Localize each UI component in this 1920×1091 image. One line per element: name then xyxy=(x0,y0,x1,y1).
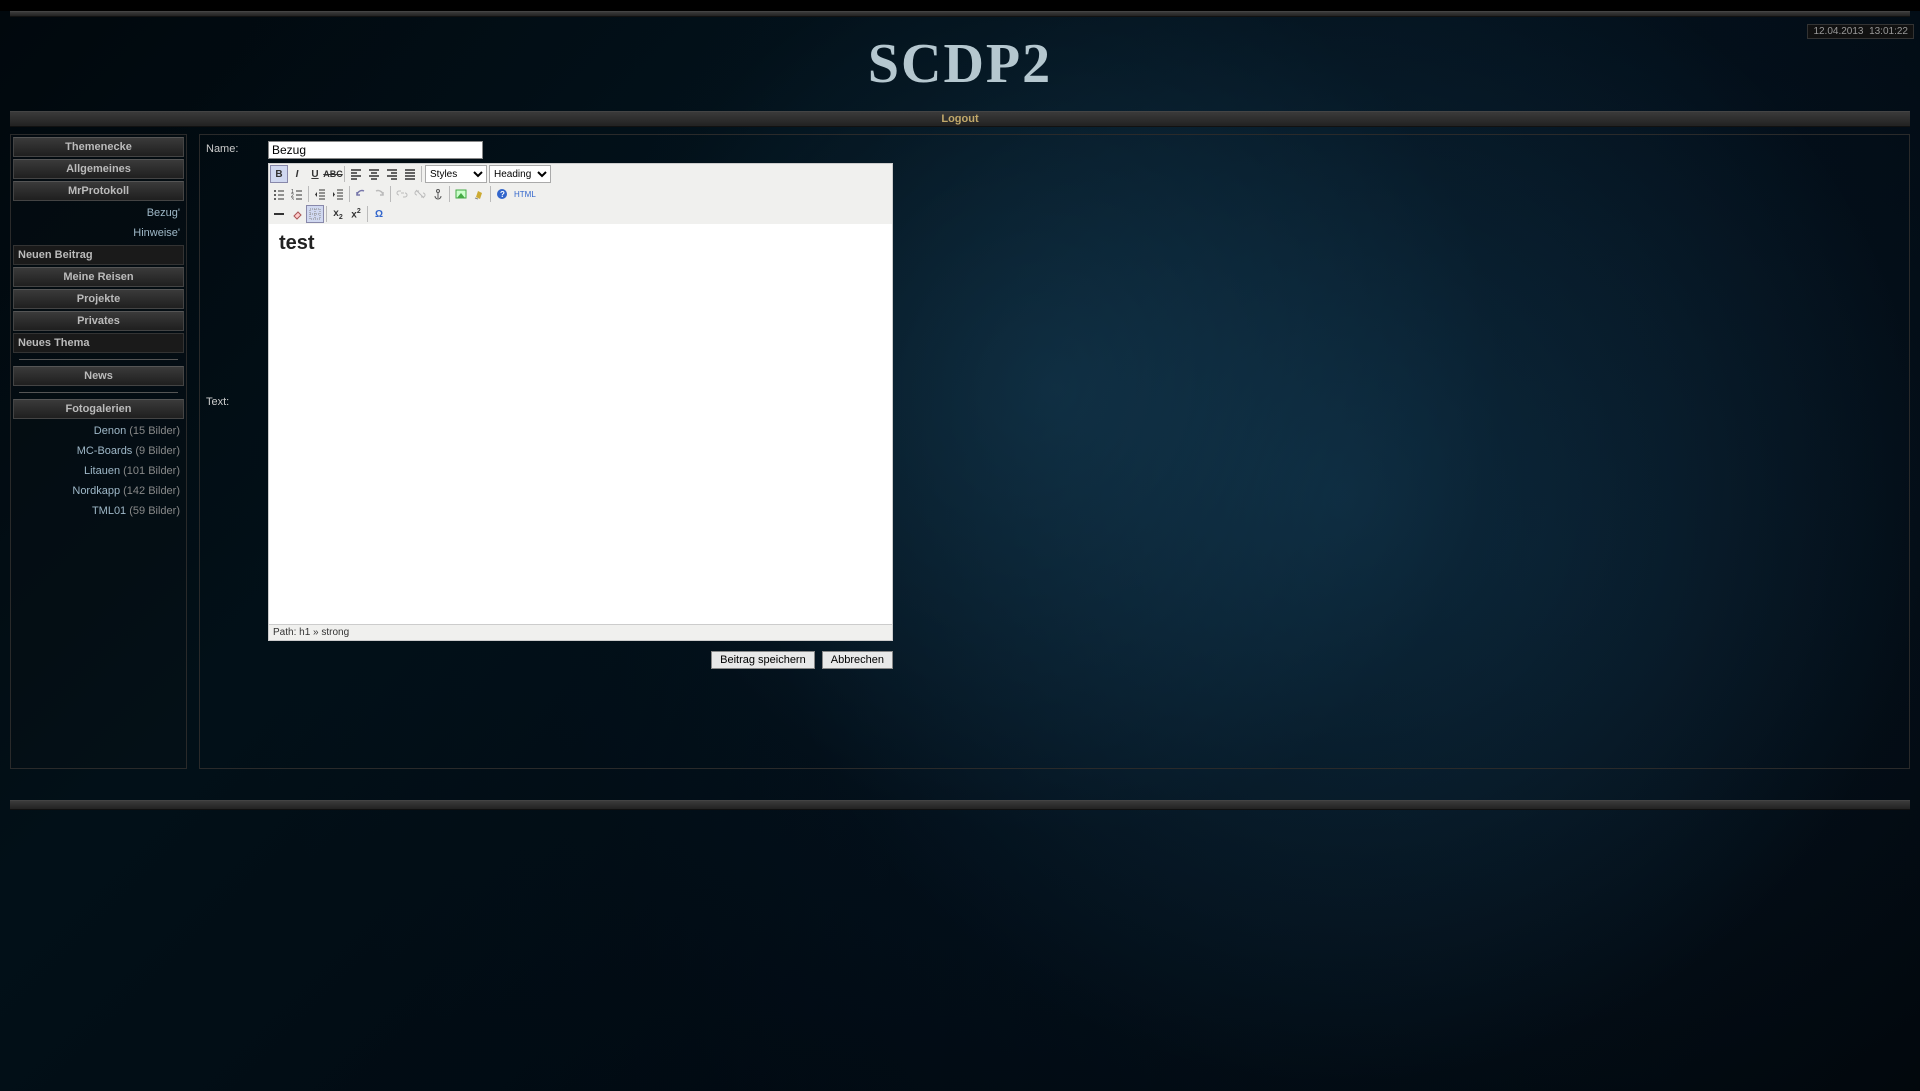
cleanup-button[interactable] xyxy=(470,185,488,203)
separator-icon xyxy=(308,186,309,202)
bold-button[interactable]: B xyxy=(270,165,288,183)
undo-button[interactable] xyxy=(352,185,370,203)
editor: B I U ABC Styles Heading 1 xyxy=(268,163,893,641)
grid-icon xyxy=(309,208,321,220)
sidebar-item-allgemeines[interactable]: Allgemeines xyxy=(13,159,184,179)
separator-icon xyxy=(390,186,391,202)
content-text: test xyxy=(279,232,315,254)
sidebar-divider-2 xyxy=(19,392,178,393)
footer-bar xyxy=(10,800,1910,810)
remove-format-button[interactable] xyxy=(288,205,306,223)
anchor-button[interactable] xyxy=(429,185,447,203)
undo-icon xyxy=(355,188,367,200)
gallery-item[interactable]: MC-Boards (9 Bilder) xyxy=(11,441,186,461)
sidebar-item-themenecke[interactable]: Themenecke xyxy=(13,137,184,157)
styles-select[interactable]: Styles xyxy=(425,165,487,183)
image-icon xyxy=(455,188,467,200)
sidebar-item-neues-thema[interactable]: Neues Thema xyxy=(13,333,184,353)
align-justify-button[interactable] xyxy=(401,165,419,183)
sidebar-item-mrprotokoll[interactable]: MrProtokoll xyxy=(13,181,184,201)
site-title: SCDP2 xyxy=(868,32,1052,96)
separator-icon xyxy=(326,206,327,222)
ol-icon: 123 xyxy=(291,188,303,200)
separator-icon xyxy=(421,166,422,182)
superscript-button[interactable]: x2 xyxy=(347,205,365,223)
separator-icon xyxy=(367,206,368,222)
date-text: 12.04.2013 xyxy=(1813,26,1863,37)
strikethrough-button[interactable]: ABC xyxy=(324,165,342,183)
subscript-button[interactable]: x2 xyxy=(329,205,347,223)
name-label: Name: xyxy=(206,141,268,155)
separator-icon xyxy=(349,186,350,202)
align-center-icon xyxy=(368,168,380,180)
sidebar: Themenecke Allgemeines MrProtokoll Bezug… xyxy=(10,134,187,769)
header: SCDP2 xyxy=(0,17,1920,111)
separator-icon xyxy=(490,186,491,202)
html-button[interactable]: HTML xyxy=(511,185,539,203)
toolbar: B I U ABC Styles Heading 1 xyxy=(269,164,892,224)
hr-button[interactable] xyxy=(270,205,288,223)
anchor-icon xyxy=(432,188,444,200)
align-left-button[interactable] xyxy=(347,165,365,183)
help-button[interactable]: ? xyxy=(493,185,511,203)
redo-button[interactable] xyxy=(370,185,388,203)
align-justify-icon xyxy=(404,168,416,180)
separator-icon xyxy=(344,166,345,182)
italic-button[interactable]: I xyxy=(288,165,306,183)
unlink-icon xyxy=(414,188,426,200)
save-button[interactable]: Beitrag speichern xyxy=(711,651,815,669)
cleanup-icon xyxy=(473,188,485,200)
sidebar-item-privates[interactable]: Privates xyxy=(13,311,184,331)
underline-button[interactable]: U xyxy=(306,165,324,183)
align-right-button[interactable] xyxy=(383,165,401,183)
sidebar-sub-bezug[interactable]: Bezug' xyxy=(11,203,186,223)
sidebar-item-meine-reisen[interactable]: Meine Reisen xyxy=(13,267,184,287)
outdent-button[interactable] xyxy=(311,185,329,203)
datetime-display: 12.04.2013 13:01:22 xyxy=(1807,24,1914,39)
indent-icon xyxy=(332,188,344,200)
charmap-button[interactable]: Ω xyxy=(370,205,388,223)
gallery-item[interactable]: Litauen (101 Bilder) xyxy=(11,461,186,481)
redo-icon xyxy=(373,188,385,200)
sidebar-divider-1 xyxy=(19,359,178,360)
outdent-icon xyxy=(314,188,326,200)
align-left-icon xyxy=(350,168,362,180)
sidebar-item-projekte[interactable]: Projekte xyxy=(13,289,184,309)
svg-text:3: 3 xyxy=(291,197,294,200)
sidebar-item-fotogalerien[interactable]: Fotogalerien xyxy=(13,399,184,419)
gallery-item[interactable]: Denon (15 Bilder) xyxy=(11,421,186,441)
unlink-button[interactable] xyxy=(411,185,429,203)
indent-button[interactable] xyxy=(329,185,347,203)
gallery-item[interactable]: TML01 (59 Bilder) xyxy=(11,501,186,521)
editor-path[interactable]: Path: h1 » strong xyxy=(269,624,892,640)
image-button[interactable] xyxy=(452,185,470,203)
sidebar-sub-hinweise[interactable]: Hinweise' xyxy=(11,223,186,243)
cancel-button[interactable]: Abbrechen xyxy=(822,651,893,669)
hr-icon xyxy=(273,208,285,220)
unordered-list-button[interactable] xyxy=(270,185,288,203)
content-area: Name: Text: B I U ABC xyxy=(199,134,1910,769)
ul-icon xyxy=(273,188,285,200)
eraser-icon xyxy=(291,208,303,220)
editor-content-area[interactable]: test xyxy=(269,224,892,624)
time-text: 13:01:22 xyxy=(1869,26,1908,37)
link-icon xyxy=(396,188,408,200)
nav-bar: Logout xyxy=(10,111,1910,127)
help-icon: ? xyxy=(496,188,508,200)
format-select[interactable]: Heading 1 xyxy=(489,165,551,183)
ordered-list-button[interactable]: 123 xyxy=(288,185,306,203)
sidebar-item-neuen-beitrag[interactable]: Neuen Beitrag xyxy=(13,245,184,265)
sidebar-item-news[interactable]: News xyxy=(13,366,184,386)
align-center-button[interactable] xyxy=(365,165,383,183)
gallery-item[interactable]: Nordkapp (142 Bilder) xyxy=(11,481,186,501)
link-button[interactable] xyxy=(393,185,411,203)
text-label: Text: xyxy=(206,396,268,408)
svg-text:?: ? xyxy=(500,190,505,199)
logout-link[interactable]: Logout xyxy=(941,113,978,125)
align-right-icon xyxy=(386,168,398,180)
name-input[interactable] xyxy=(268,141,483,159)
visual-aid-button[interactable] xyxy=(306,205,324,223)
separator-icon xyxy=(449,186,450,202)
